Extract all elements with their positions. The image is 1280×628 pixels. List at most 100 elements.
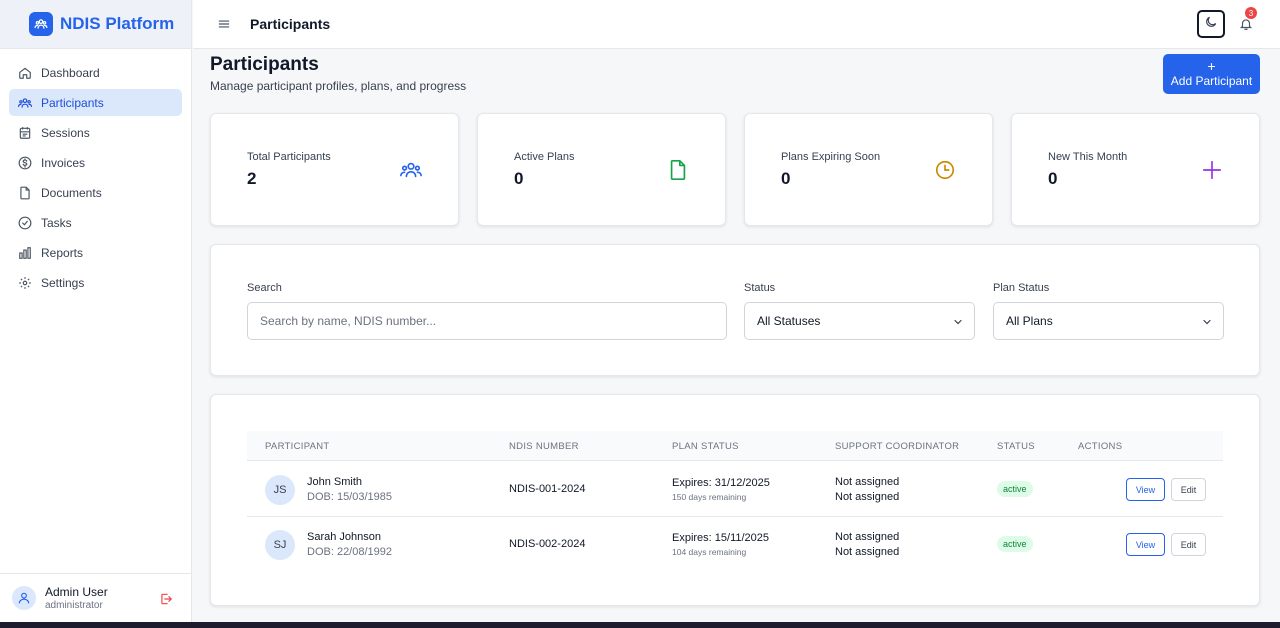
notification-badge: 3 bbox=[1245, 7, 1257, 19]
stat-label: Total Participants bbox=[247, 151, 331, 163]
ndis-number: NDIS-002-2024 bbox=[509, 538, 586, 550]
view-button[interactable]: View bbox=[1126, 478, 1165, 501]
add-participant-label: Add Participant bbox=[1170, 74, 1253, 88]
home-icon bbox=[18, 66, 32, 80]
stat-value: 0 bbox=[781, 169, 791, 188]
plan-status-filter-label: Plan Status bbox=[993, 282, 1050, 294]
column-header: ACTIONS bbox=[1078, 441, 1123, 452]
brand-name[interactable]: NDIS Platform bbox=[60, 14, 174, 34]
sidebar-item-sessions[interactable]: Sessions bbox=[9, 119, 182, 146]
plan-expiry: Expires: 31/12/2025 bbox=[672, 477, 770, 489]
sidebar-item-label: Participants bbox=[41, 95, 104, 110]
file-icon bbox=[18, 186, 32, 200]
view-button[interactable]: View bbox=[1126, 533, 1165, 556]
stat-value: 0 bbox=[1048, 169, 1058, 188]
stat-label: New This Month bbox=[1048, 151, 1128, 163]
page-subtitle: Manage participant profiles, plans, and … bbox=[210, 79, 467, 93]
status-filter-label: Status bbox=[744, 282, 776, 294]
column-header[interactable]: STATUS bbox=[997, 441, 1035, 452]
column-header[interactable]: NDIS NUMBER bbox=[509, 441, 579, 452]
column-header[interactable]: PLAN STATUS bbox=[672, 441, 739, 452]
stat-card-plans-expiring: Plans Expiring Soon 0 bbox=[744, 113, 993, 226]
sidebar-item-settings[interactable]: Settings bbox=[9, 269, 182, 296]
column-header[interactable]: PARTICIPANT bbox=[265, 441, 330, 452]
sidebar-item-label: Sessions bbox=[41, 125, 90, 140]
clock-icon bbox=[934, 159, 956, 181]
sidebar-nav: Dashboard Participants Sessions Invoices… bbox=[9, 59, 182, 299]
participants-table: PARTICIPANT NDIS NUMBER PLAN STATUS SUPP… bbox=[210, 394, 1260, 606]
logout-icon[interactable] bbox=[159, 592, 173, 606]
hamburger-menu-icon[interactable] bbox=[217, 17, 231, 31]
stat-value: 0 bbox=[514, 169, 524, 188]
sidebar-item-label: Reports bbox=[41, 245, 84, 260]
dollar-icon bbox=[18, 156, 32, 170]
column-header[interactable]: SUPPORT COORDINATOR bbox=[835, 441, 959, 452]
top-bar: Participants 3 bbox=[193, 0, 1280, 49]
sidebar-item-label: Tasks bbox=[41, 215, 72, 230]
calendar-icon bbox=[18, 126, 32, 140]
support-coordinator-secondary: Not assigned bbox=[835, 546, 900, 558]
plus-icon: + bbox=[1207, 58, 1216, 74]
sidebar-item-documents[interactable]: Documents bbox=[9, 179, 182, 206]
user-profile: Admin User administrator bbox=[0, 573, 191, 622]
user-name: Admin User bbox=[45, 585, 108, 599]
plan-status-select-value: All Plans bbox=[1006, 314, 1053, 328]
support-coordinator-secondary: Not assigned bbox=[835, 491, 900, 503]
edit-button[interactable]: Edit bbox=[1171, 478, 1206, 501]
sidebar-item-participants[interactable]: Participants bbox=[9, 89, 182, 116]
brand-header: NDIS Platform bbox=[0, 0, 191, 49]
user-avatar-icon[interactable] bbox=[12, 586, 36, 610]
status-select[interactable]: All Statuses bbox=[744, 302, 975, 340]
sidebar-item-tasks[interactable]: Tasks bbox=[9, 209, 182, 236]
taskbar-strip bbox=[0, 622, 1280, 628]
sidebar-item-label: Dashboard bbox=[41, 65, 100, 80]
filters-panel: Search Status All Statuses Plan Status A… bbox=[210, 244, 1260, 376]
stat-label: Active Plans bbox=[514, 151, 575, 163]
sidebar-item-label: Documents bbox=[41, 185, 102, 200]
participant-dob: DOB: 22/08/1992 bbox=[307, 546, 393, 558]
page-title: Participants bbox=[210, 54, 319, 75]
sidebar-item-reports[interactable]: Reports bbox=[9, 239, 182, 266]
sidebar-item-label: Settings bbox=[41, 275, 85, 290]
search-input[interactable] bbox=[247, 302, 727, 340]
user-role: administrator bbox=[45, 600, 103, 611]
stat-card-total-participants: Total Participants 2 bbox=[210, 113, 459, 226]
edit-button[interactable]: Edit bbox=[1171, 533, 1206, 556]
plan-days-remaining: 104 days remaining bbox=[672, 547, 747, 557]
check-circle-icon bbox=[18, 216, 32, 230]
gear-icon bbox=[18, 276, 32, 290]
theme-toggle-button[interactable] bbox=[1197, 10, 1225, 38]
plan-days-remaining: 150 days remaining bbox=[672, 492, 747, 502]
table-header: PARTICIPANT NDIS NUMBER PLAN STATUS SUPP… bbox=[247, 431, 1223, 461]
search-label: Search bbox=[247, 282, 282, 294]
bar-chart-icon bbox=[18, 246, 32, 260]
chevron-down-icon bbox=[952, 316, 964, 328]
chevron-down-icon bbox=[1201, 316, 1213, 328]
sidebar-item-invoices[interactable]: Invoices bbox=[9, 149, 182, 176]
support-coordinator: Not assigned bbox=[835, 476, 900, 488]
plan-status-select[interactable]: All Plans bbox=[993, 302, 1224, 340]
stat-card-new-this-month: New This Month 0 bbox=[1011, 113, 1260, 226]
participant-dob: DOB: 15/03/1985 bbox=[307, 491, 393, 503]
sidebar: NDIS Platform Dashboard Participants Ses… bbox=[0, 0, 192, 622]
support-coordinator: Not assigned bbox=[835, 531, 900, 543]
bell-icon[interactable] bbox=[1239, 17, 1253, 31]
avatar: JS bbox=[265, 475, 295, 505]
plus-icon bbox=[1201, 159, 1223, 181]
stat-label: Plans Expiring Soon bbox=[781, 151, 881, 163]
sidebar-item-label: Invoices bbox=[41, 155, 86, 170]
stat-value: 2 bbox=[247, 169, 257, 188]
table-row[interactable]: SJ Sarah Johnson DOB: 22/08/1992 NDIS-00… bbox=[247, 517, 1223, 572]
participant-name: John Smith bbox=[307, 476, 363, 488]
file-icon bbox=[667, 159, 689, 181]
table-row[interactable]: JS John Smith DOB: 15/03/1985 NDIS-001-2… bbox=[247, 462, 1223, 517]
avatar: SJ bbox=[265, 530, 295, 560]
moon-icon bbox=[1204, 15, 1218, 34]
stat-card-active-plans: Active Plans 0 bbox=[477, 113, 726, 226]
status-badge: active bbox=[997, 536, 1033, 552]
sidebar-item-dashboard[interactable]: Dashboard bbox=[9, 59, 182, 86]
users-icon bbox=[400, 159, 422, 181]
add-participant-button[interactable]: + Add Participant bbox=[1163, 54, 1260, 94]
status-badge: active bbox=[997, 481, 1033, 497]
brand-logo-icon bbox=[29, 12, 53, 36]
